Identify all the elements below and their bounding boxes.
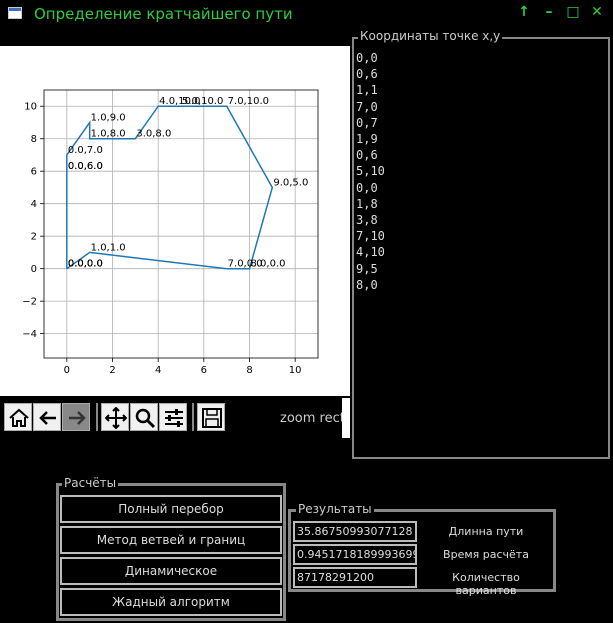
coordinate-line: 0,6	[356, 67, 378, 82]
point-label: 9.0,5.0	[273, 177, 308, 188]
calc-time-label: Время расчёта	[443, 548, 529, 561]
path-length-field[interactable]: 35.86750993077128	[293, 521, 417, 542]
coordinates-text-area[interactable]: 0,0 0,6 1,1 7,0 0,7 1,9 0,6 5,10 0,0 1,8…	[356, 50, 385, 293]
calculations-panel-title: Расчёты	[62, 476, 119, 490]
coordinates-panel-title: Координаты точке x,y	[358, 29, 503, 43]
y-tick-label: 6	[31, 167, 37, 178]
y-tick-label: 4	[31, 199, 37, 210]
path-length-label: Длинна пути	[448, 525, 524, 538]
calc-time-field[interactable]: 0.9451718189993699	[293, 544, 417, 565]
toolbar-divider	[192, 403, 194, 431]
brute-force-button[interactable]: Полный перебор	[60, 495, 282, 523]
toolbar-status-strip	[342, 398, 350, 438]
route-chart: 0 2 4 6 8 10−4−202468100.0,0.01.0,1.07.0,0.08…	[22, 89, 319, 376]
save-icon[interactable]	[197, 403, 225, 431]
coordinate-line: 0,0	[356, 51, 378, 65]
coordinate-line: 1,8	[356, 196, 378, 211]
y-tick-label: 8	[31, 134, 37, 145]
x-tick-label: 0	[64, 365, 70, 376]
toolbar-divider	[96, 403, 98, 431]
x-tick-label: 4	[155, 365, 161, 376]
configure-subplots-icon[interactable]	[159, 403, 187, 431]
close-icon[interactable]: ✕	[589, 4, 605, 20]
coordinate-line: 1,9	[356, 132, 378, 147]
coordinate-line: 7,10	[356, 229, 385, 244]
greedy-algorithm-button[interactable]: Жадный алгоритм	[60, 588, 282, 616]
coordinate-line: 7,0	[356, 99, 378, 114]
home-icon[interactable]	[4, 403, 32, 431]
arrow-up-icon[interactable]: ↑	[516, 4, 532, 20]
coordinate-line: 9,5	[356, 261, 378, 276]
title-bar: Определение кратчайшего пути ↑ – □ ✕	[0, 0, 613, 28]
x-tick-label: 8	[246, 365, 252, 376]
maximize-icon[interactable]: □	[565, 4, 581, 20]
minimize-icon[interactable]: –	[541, 4, 557, 20]
y-tick-label: 10	[24, 102, 37, 113]
coordinate-line: 3,8	[356, 213, 378, 228]
coordinate-line: 0,0	[356, 180, 378, 195]
app-window-icon	[8, 7, 22, 19]
dynamic-programming-button[interactable]: Динамическое программирование	[60, 557, 282, 602]
x-tick-label: 2	[109, 365, 115, 376]
point-label: 4.0,10.0	[159, 96, 200, 107]
point-label: 1.0,1.0	[91, 242, 126, 253]
y-tick-label: 0	[31, 264, 37, 275]
point-label: 8.0,0.0	[251, 259, 286, 270]
point-label: 0.0,7.0	[68, 145, 103, 156]
window-title: Определение кратчайшего пути	[34, 5, 293, 23]
plot-canvas[interactable]: 0 2 4 6 8 10 −4 −2 0 2 4 6 8 10 0.0,0.0 1.0,1.0 7.0,0.0 8…	[0, 46, 350, 396]
coordinate-line: 0,7	[356, 115, 378, 130]
back-arrow-icon[interactable]	[33, 403, 61, 431]
point-label: 1.0,9.0	[91, 112, 126, 123]
y-tick-label: −4	[22, 329, 37, 340]
point-label: 0.0,0.0	[68, 259, 103, 270]
coordinate-line: 8,0	[356, 277, 378, 292]
coordinate-line: 0,6	[356, 148, 378, 163]
y-tick-label: 2	[31, 232, 37, 243]
point-label: 1.0,8.0	[91, 129, 126, 140]
x-tick-label: 6	[201, 365, 207, 376]
variants-count-label: Количество вариантов	[452, 571, 520, 597]
branch-and-bound-button[interactable]: Метод ветвей и границ	[60, 526, 282, 554]
variants-count-field[interactable]: 87178291200	[293, 567, 417, 588]
point-label: 7.0,10.0	[228, 96, 269, 107]
zoom-icon[interactable]	[130, 403, 158, 431]
coordinates-panel	[352, 37, 610, 459]
forward-arrow-icon[interactable]	[62, 403, 90, 431]
point-label: 0.0,6.0	[68, 161, 103, 172]
y-tick-label: −2	[22, 297, 37, 308]
x-tick-label: 10	[289, 365, 302, 376]
coordinate-line: 4,10	[356, 245, 385, 260]
pan-icon[interactable]	[101, 403, 129, 431]
coordinate-line: 1,1	[356, 83, 378, 98]
toolbar-message: zoom rect	[280, 411, 345, 426]
results-panel-title: Результаты	[296, 502, 374, 516]
coordinate-line: 5,10	[356, 164, 385, 179]
point-label: 3.0,8.0	[136, 129, 171, 140]
